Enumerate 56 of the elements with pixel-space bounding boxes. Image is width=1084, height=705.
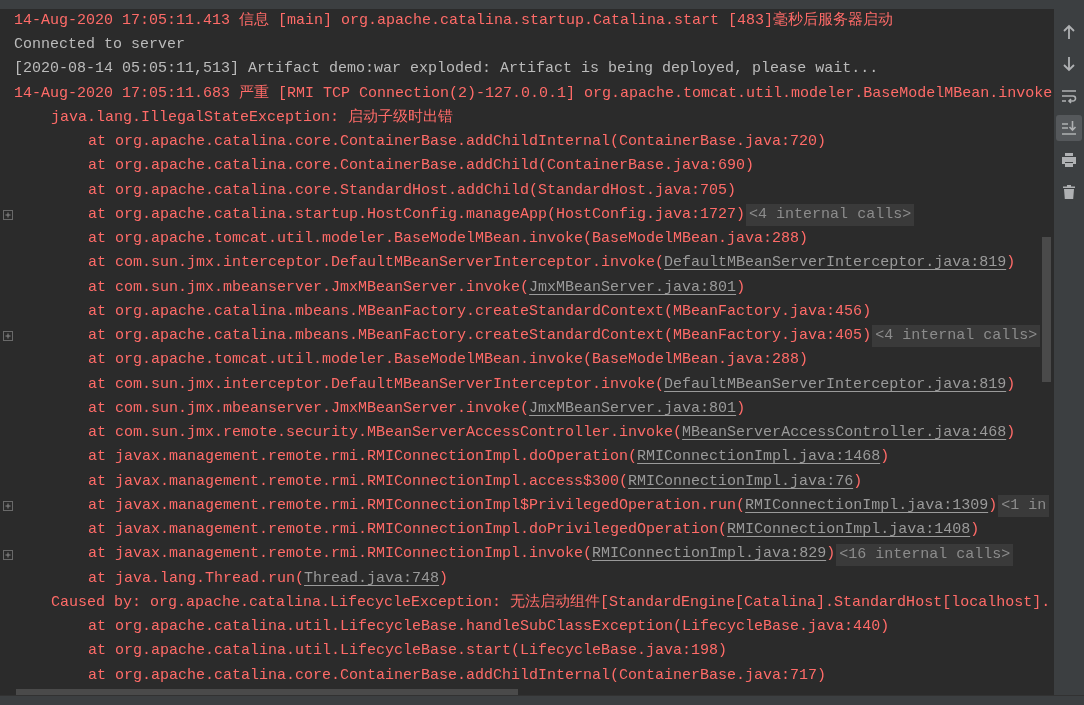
log-line: at javax.management.remote.rmi.RMIConnectionImpl.doPrivilegedOperation(RMIConnectionImpl.java:1408) xyxy=(88,520,980,541)
expand-icon[interactable] xyxy=(3,331,13,342)
source-link[interactable]: RMIConnectionImpl.java:76 xyxy=(628,472,854,490)
log-line: at org.apache.tomcat.util.modeler.BaseModelMBean.invoke(BaseModelMBean.java:288) xyxy=(88,229,809,250)
log-line: java.lang.IllegalStateException: 启动子级时出错 xyxy=(51,107,454,128)
log-line: at com.sun.jmx.mbeanserver.JmxMBeanServer.invoke(JmxMBeanServer.java:801) xyxy=(88,398,746,419)
trash-icon xyxy=(1061,184,1077,200)
log-line: at org.apache.catalina.startup.HostConfig.manageApp(HostConfig.java:1727) xyxy=(88,204,746,225)
log-line: at com.sun.jmx.interceptor.DefaultMBeanServerInterceptor.invoke(DefaultMBeanServerInterceptor.java:819) xyxy=(88,253,1016,274)
internal-calls-button[interactable]: <16 internal calls> xyxy=(836,543,1014,566)
log-line: at javax.management.remote.rmi.RMIConnectionImpl.access$300(RMIConnectionImpl.java:76) xyxy=(88,471,863,492)
log-line: at org.apache.catalina.core.StandardHost.addChild(StandardHost.java:705) xyxy=(88,180,737,201)
log-line: at org.apache.catalina.core.ContainerBase.addChildInternal(ContainerBase.java:720) xyxy=(88,132,827,153)
log-line: 14-Aug-2020 17:05:11.413 信息 [main] org.apache.catalina.startup.Catalina.start [483]毫秒后服务器启动 xyxy=(14,10,894,31)
source-link[interactable]: DefaultMBeanServerInterceptor.java:819 xyxy=(664,375,1007,393)
printer-icon xyxy=(1061,152,1077,168)
internal-calls-button[interactable]: <4 internal calls> xyxy=(872,325,1041,348)
expand-icon[interactable] xyxy=(3,501,13,512)
log-line: at javax.management.remote.rmi.RMIConnectionImpl.invoke(RMIConnectionImpl.java:829) xyxy=(88,544,836,565)
source-link[interactable]: RMIConnectionImpl.java:1408 xyxy=(727,521,971,539)
vertical-scrollbar-thumb[interactable] xyxy=(1042,237,1051,382)
source-link[interactable]: JmxMBeanServer.java:801 xyxy=(529,278,737,296)
log-line: at org.apache.tomcat.util.modeler.BaseModelMBean.invoke(BaseModelMBean.java:288) xyxy=(88,350,809,371)
source-link[interactable]: RMIConnectionImpl.java:829 xyxy=(592,545,827,563)
log-line: at org.apache.catalina.mbeans.MBeanFactory.createStandardContext(MBeanFactory.java:405) xyxy=(88,326,872,347)
internal-calls-button[interactable]: <1 in xyxy=(998,495,1050,518)
log-line: [2020-08-14 05:05:11,513] Artifact demo:war exploded: Artifact is being deployed, please wait... xyxy=(14,59,879,80)
source-link[interactable]: DefaultMBeanServerInterceptor.java:819 xyxy=(664,254,1007,272)
log-line: 14-Aug-2020 17:05:11.683 严重 [RMI TCP Connection(2)-127.0.0.1] org.apache.tomcat.util.modeler.BaseModelMBean.invoke xyxy=(14,83,1053,104)
source-link[interactable]: RMIConnectionImpl.java:1309 xyxy=(745,496,989,514)
expand-icon[interactable] xyxy=(3,549,13,560)
horizontal-scrollbar-thumb[interactable] xyxy=(16,689,518,695)
log-line: at javax.management.remote.rmi.RMIConnectionImpl$PrivilegedOperation.run(RMIConnectionImpl.java:1309) xyxy=(88,495,998,516)
expand-icon[interactable] xyxy=(3,210,13,221)
log-line: at javax.management.remote.rmi.RMIConnectionImpl.doOperation(RMIConnectionImpl.java:1468) xyxy=(88,447,890,468)
log-line: at org.apache.catalina.util.LifecycleBase.start(LifecycleBase.java:198) xyxy=(88,641,728,662)
log-line: Caused by: org.apache.catalina.LifecycleException: 无法启动组件[StandardEngine[Catalina].StandardHost[localhost]. xyxy=(51,592,1051,613)
toolbar-button[interactable] xyxy=(1056,115,1082,141)
arrow-up-icon xyxy=(1061,24,1077,40)
log-line: Connected to server xyxy=(14,35,186,56)
source-link[interactable]: Thread.java:748 xyxy=(304,569,440,587)
source-link[interactable]: RMIConnectionImpl.java:1468 xyxy=(637,448,881,466)
log-line: at java.lang.Thread.run(Thread.java:748) xyxy=(88,568,449,589)
source-link[interactable]: JmxMBeanServer.java:801 xyxy=(529,399,737,417)
arrow-down-icon xyxy=(1061,56,1077,72)
lines-arrow-down-icon xyxy=(1061,120,1077,136)
wrap-icon xyxy=(1061,88,1077,104)
source-link[interactable]: MBeanServerAccessController.java:468 xyxy=(682,424,1007,442)
log-line: at org.apache.catalina.mbeans.MBeanFactory.createStandardContext(MBeanFactory.java:456) xyxy=(88,301,872,322)
log-line: at com.sun.jmx.remote.security.MBeanServerAccessController.invoke(MBeanServerAccessController.java:468) xyxy=(88,423,1016,444)
log-line: at org.apache.catalina.core.ContainerBase.addChildInternal(ContainerBase.java:717) xyxy=(88,665,827,686)
log-line: at com.sun.jmx.interceptor.DefaultMBeanServerInterceptor.invoke(DefaultMBeanServerInterceptor.java:819) xyxy=(88,374,1016,395)
log-line: at org.apache.catalina.util.LifecycleBase.handleSubClassException(LifecycleBase.java:440) xyxy=(88,617,890,638)
log-line: at org.apache.catalina.core.ContainerBase.addChild(ContainerBase.java:690) xyxy=(88,156,755,177)
internal-calls-button[interactable]: <4 internal calls> xyxy=(746,204,915,227)
log-line: at com.sun.jmx.mbeanserver.JmxMBeanServer.invoke(JmxMBeanServer.java:801) xyxy=(88,277,746,298)
